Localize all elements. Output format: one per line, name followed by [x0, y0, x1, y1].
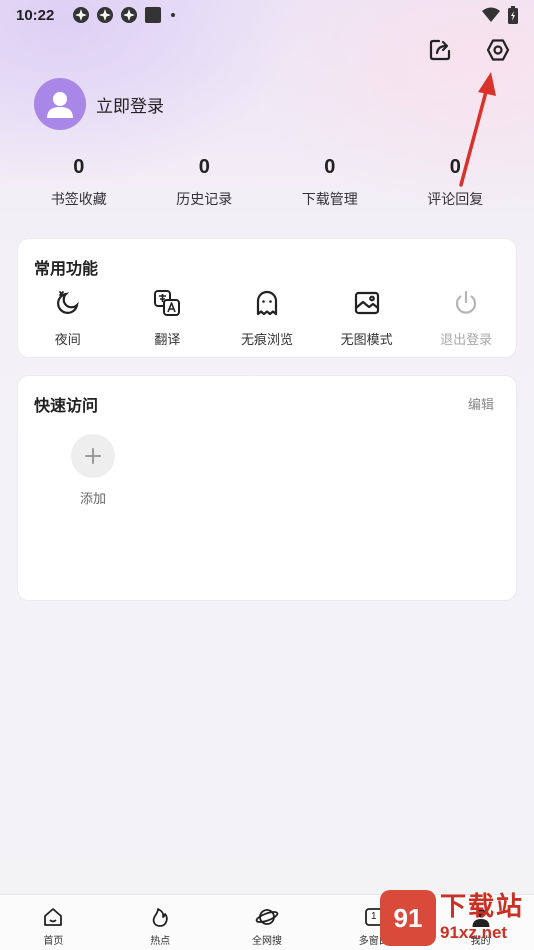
stat-label: 评论回复 — [427, 192, 484, 208]
function-label: 翻译 — [154, 333, 181, 348]
edit-button[interactable]: 编辑 — [468, 394, 494, 413]
profile-login[interactable]: 立即登录 — [34, 78, 164, 130]
nav-label: 全网搜 — [251, 936, 282, 947]
function-row: 夜间 翻译 无痕浏览 无图模式 退出登录 — [18, 289, 516, 348]
night-moon-icon — [56, 291, 79, 314]
function-logout[interactable]: 退出登录 — [416, 289, 516, 348]
share-icon — [429, 39, 451, 61]
translate-icon — [154, 290, 181, 316]
add-button[interactable] — [71, 434, 115, 478]
nav-search-all[interactable]: 全网搜 — [214, 895, 321, 950]
header-actions — [426, 36, 512, 64]
common-functions-card: 常用功能 夜间 翻译 无痕浏览 无图模式 退出登录 — [17, 238, 517, 358]
stat-value: 0 — [73, 156, 85, 178]
app-notification-icon — [97, 7, 114, 23]
watermark-logo: 91 — [380, 890, 436, 946]
function-label: 夜间 — [54, 333, 81, 348]
settings-button[interactable] — [484, 36, 512, 64]
stat-bookmarks[interactable]: 0 书签收藏 — [16, 156, 142, 209]
wifi-icon — [482, 7, 500, 22]
add-shortcut[interactable]: 添加 — [70, 434, 116, 507]
settings-icon — [486, 39, 510, 61]
app-notification-icon — [121, 7, 138, 23]
stat-label: 书签收藏 — [50, 192, 107, 208]
function-translate[interactable]: 翻译 — [118, 289, 218, 348]
dot-icon — [171, 13, 176, 17]
function-label: 无痕浏览 — [240, 333, 293, 348]
square-notification-icon — [145, 7, 162, 23]
image-off-icon — [354, 291, 379, 315]
function-label: 无图模式 — [340, 333, 393, 348]
avatar[interactable] — [34, 78, 86, 130]
function-label: 退出登录 — [440, 333, 493, 348]
nav-hot[interactable]: 热点 — [107, 895, 214, 950]
stats-row: 0 书签收藏 0 历史记录 0 下载管理 0 评论回复 — [16, 156, 518, 209]
power-icon — [456, 290, 477, 314]
login-label[interactable]: 立即登录 — [96, 92, 164, 117]
nav-label: 首页 — [43, 936, 64, 947]
stat-history[interactable]: 0 历史记录 — [142, 156, 268, 209]
home-icon — [44, 908, 63, 926]
nav-home[interactable]: 首页 — [0, 895, 107, 950]
stat-value: 0 — [198, 156, 210, 178]
watermark: 91 下载站 91xz.net — [380, 888, 530, 948]
watermark-top-text: 下载站 — [440, 892, 525, 922]
app-notification-icon — [73, 7, 90, 23]
nav-label: 热点 — [150, 936, 171, 947]
function-night-mode[interactable]: 夜间 — [18, 289, 118, 348]
battery-icon — [508, 6, 518, 24]
user-avatar-icon — [47, 92, 73, 118]
status-bar: 10:22 — [0, 0, 534, 30]
plus-icon — [85, 448, 101, 464]
stat-label: 历史记录 — [176, 192, 233, 208]
status-system-icons — [482, 6, 518, 24]
stat-value: 0 — [449, 156, 461, 178]
quick-access-title: 快速访问 — [34, 396, 99, 415]
add-label: 添加 — [79, 492, 106, 507]
planet-icon — [255, 909, 279, 925]
stat-downloads[interactable]: 0 下载管理 — [267, 156, 393, 209]
status-time: 10:22 — [16, 6, 55, 24]
stat-label: 下载管理 — [301, 192, 358, 208]
stat-comments[interactable]: 0 评论回复 — [393, 156, 519, 209]
quick-access-card: 快速访问 编辑 添加 — [17, 375, 517, 601]
watermark-bottom-text: 91xz.net — [440, 923, 508, 942]
status-notification-icons — [72, 6, 178, 24]
share-button[interactable] — [426, 36, 454, 64]
function-incognito[interactable]: 无痕浏览 — [217, 289, 317, 348]
function-no-image[interactable]: 无图模式 — [317, 289, 417, 348]
watermark-text: 下载站 91xz.net — [440, 892, 524, 944]
ghost-icon — [256, 290, 278, 316]
flame-icon — [152, 908, 168, 927]
common-functions-title: 常用功能 — [34, 259, 99, 278]
stat-value: 0 — [324, 156, 336, 178]
